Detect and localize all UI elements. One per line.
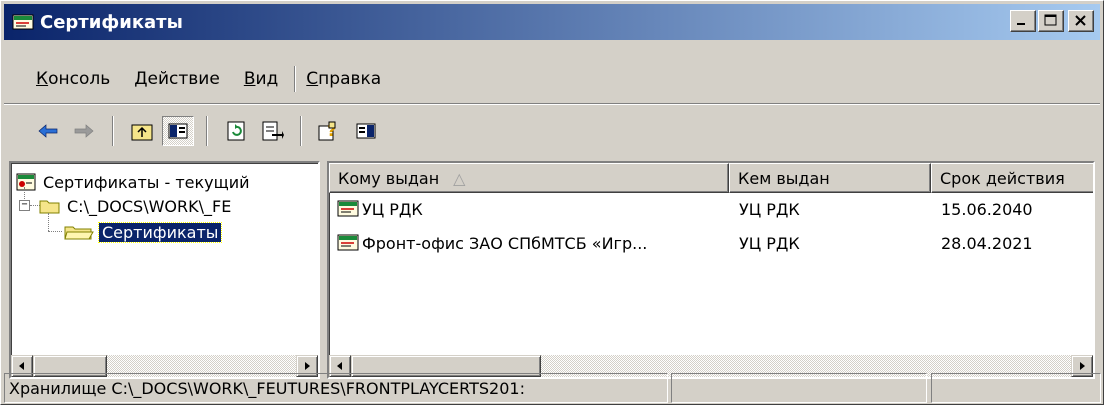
sort-ascending-icon: △ (453, 168, 466, 188)
menu-separator (294, 66, 297, 92)
forward-button[interactable] (68, 116, 100, 146)
cell-issued-by: УЦ РДК (739, 200, 800, 219)
list-header: Кому выдан △ Кем выдан Срок действия (329, 163, 1093, 193)
title-bar[interactable]: Сертификаты (4, 4, 1100, 40)
status-bar-panel (931, 373, 1101, 403)
up-folder-icon (131, 124, 153, 141)
certificate-icon (337, 234, 359, 251)
cell-expiration: 28.04.2021 (941, 234, 1033, 253)
menu-action[interactable]: Действие (122, 69, 232, 89)
show-hide-action-pane-icon (356, 123, 376, 139)
menu-view[interactable]: Вид (232, 69, 290, 89)
back-button[interactable] (32, 116, 64, 146)
menu-console[interactable]: Консоль (4, 69, 122, 89)
cell-expiration: 15.06.2040 (941, 200, 1033, 219)
help-icon: ? (318, 121, 336, 141)
arrow-right-icon (1080, 362, 1085, 370)
menu-divider (4, 103, 1100, 105)
toolbar: ? (4, 111, 1100, 151)
menu-bar: Консоль Действие Вид Справка (4, 61, 1100, 97)
arrow-right-icon (305, 362, 310, 370)
minimize-button[interactable] (1010, 10, 1036, 32)
show-hide-tree-button[interactable] (162, 116, 194, 146)
window-title: Сертификаты (40, 11, 183, 33)
folder-icon (39, 200, 60, 214)
cell-issued-to: Фронт-офис ЗАО СПбМТСБ «Игр... (362, 233, 648, 253)
tree-collapse-toggle[interactable]: − (19, 200, 30, 211)
tree-root-label: Сертификаты - текущий (43, 172, 250, 192)
table-row[interactable]: Фронт-офис ЗАО СПбМТСБ «Игр... (337, 229, 647, 257)
tree-item-certificates[interactable]: Сертификаты (61, 217, 223, 247)
column-expiration[interactable]: Срок действия (931, 163, 1093, 193)
status-bar-panel (671, 373, 927, 403)
show-hide-action-pane-button[interactable] (350, 116, 382, 146)
cell-issued-to: УЦ РДК (362, 199, 423, 219)
toolbar-separator (300, 116, 302, 146)
refresh-button[interactable] (220, 116, 252, 146)
cell-issued-by: УЦ РДК (739, 234, 800, 253)
certificate-icon (12, 14, 34, 30)
maximize-button[interactable] (1038, 10, 1064, 32)
up-level-button[interactable] (126, 116, 158, 146)
status-bar-text: Хранилище C:\_DOCS\WORK\_FEUTURES\FRONTP… (4, 373, 668, 403)
tree-pane[interactable]: Сертификаты - текущий − C:\_DOCS\WORK\_F… (9, 161, 320, 379)
tree-folder-label: C:\_DOCS\WORK\_FE (67, 196, 232, 216)
arrow-left-icon (337, 362, 342, 370)
certificates-snapin-icon (16, 173, 36, 191)
list-pane[interactable]: Кому выдан △ Кем выдан Срок действия УЦ … (327, 161, 1095, 379)
help-button[interactable]: ? (314, 116, 346, 146)
minimize-icon (1017, 23, 1025, 25)
close-icon (1075, 15, 1086, 26)
certificate-icon (337, 200, 359, 217)
close-button[interactable] (1068, 10, 1094, 32)
refresh-icon (227, 121, 245, 141)
back-arrow-icon (38, 124, 58, 138)
open-folder-icon (64, 226, 94, 240)
maximize-icon (1044, 14, 1057, 26)
mmc-window: Сертификаты Консоль Действие Вид Справка (0, 0, 1104, 405)
export-list-button[interactable] (256, 116, 288, 146)
export-list-icon (262, 121, 284, 141)
column-issued-to[interactable]: Кому выдан △ (329, 163, 729, 193)
table-row[interactable]: УЦ РДК (337, 195, 423, 223)
toolbar-separator (112, 116, 114, 146)
arrow-left-icon (19, 362, 24, 370)
tree-selected-label: Сертификаты (97, 221, 223, 243)
column-issued-by[interactable]: Кем выдан (729, 163, 931, 193)
forward-arrow-icon (74, 124, 94, 138)
toolbar-separator (206, 116, 208, 146)
menu-help[interactable]: Справка (300, 69, 393, 89)
show-hide-tree-icon (168, 123, 188, 139)
